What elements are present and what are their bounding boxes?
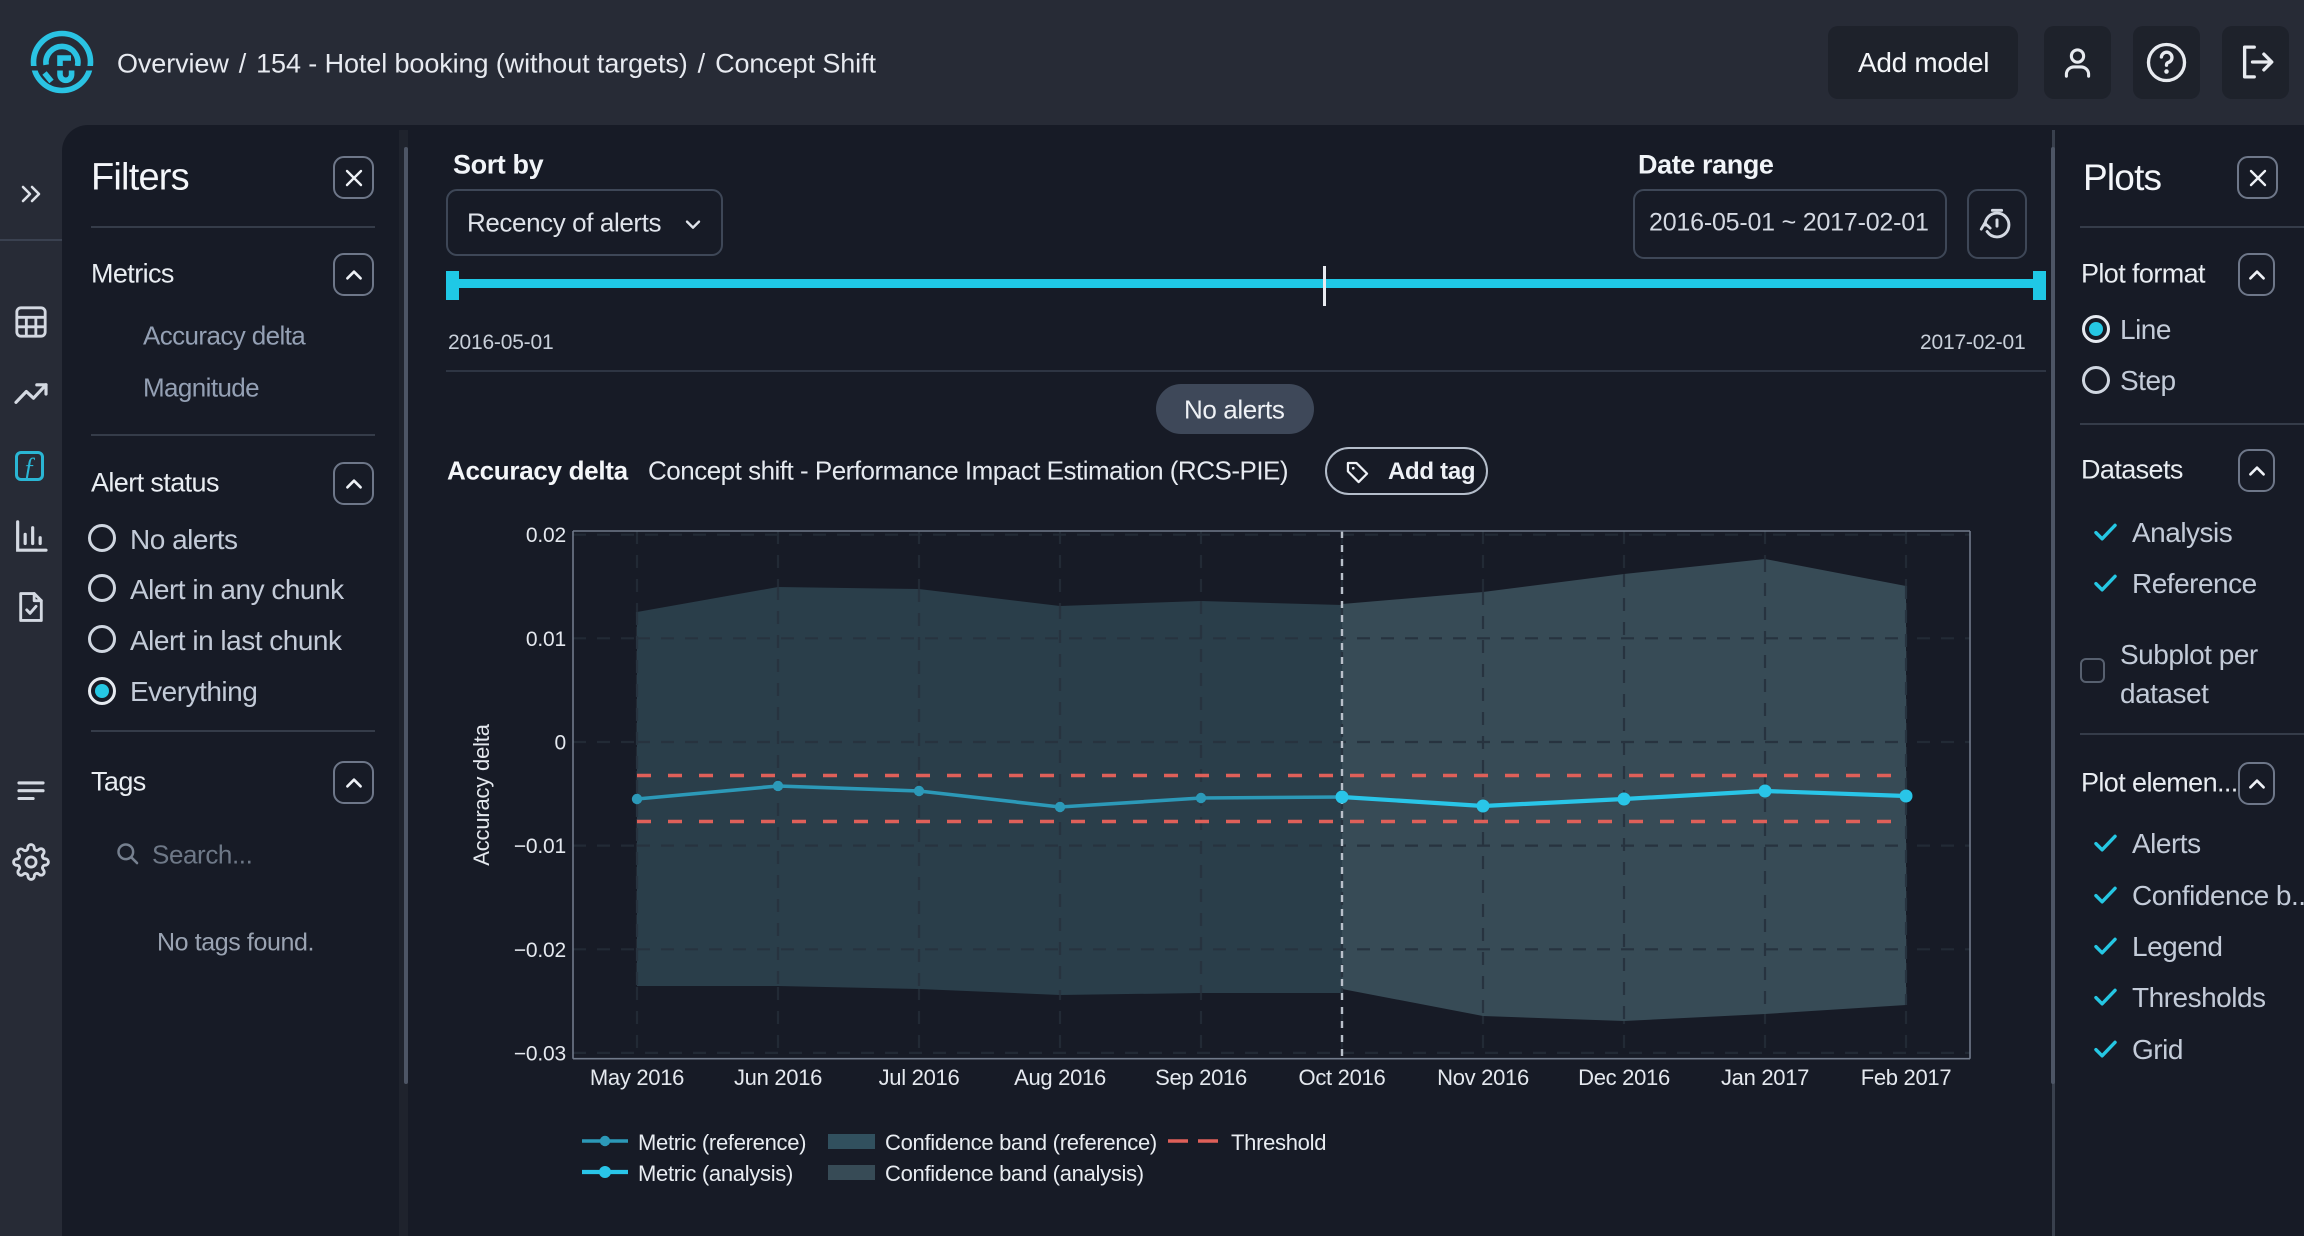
svg-text:Jun 2016: Jun 2016 bbox=[734, 1065, 822, 1090]
svg-text:Confidence band (analysis): Confidence band (analysis) bbox=[885, 1161, 1144, 1186]
svg-text:0.02: 0.02 bbox=[526, 524, 566, 547]
svg-text:0.01: 0.01 bbox=[526, 628, 566, 651]
svg-text:Nov 2016: Nov 2016 bbox=[1437, 1065, 1529, 1090]
svg-text:Jul 2016: Jul 2016 bbox=[879, 1065, 960, 1090]
svg-text:Accuracy delta: Accuracy delta bbox=[469, 723, 494, 865]
svg-text:Metric (analysis): Metric (analysis) bbox=[638, 1161, 793, 1186]
svg-text:Oct 2016: Oct 2016 bbox=[1299, 1065, 1386, 1090]
svg-text:Metric (reference): Metric (reference) bbox=[638, 1130, 806, 1155]
svg-text:Threshold: Threshold bbox=[1231, 1130, 1326, 1155]
svg-text:Aug 2016: Aug 2016 bbox=[1014, 1065, 1106, 1090]
svg-text:−0.03: −0.03 bbox=[514, 1042, 566, 1065]
svg-text:0: 0 bbox=[555, 732, 566, 755]
svg-text:Dec 2016: Dec 2016 bbox=[1578, 1065, 1670, 1090]
svg-text:−0.02: −0.02 bbox=[514, 939, 566, 962]
svg-text:−0.01: −0.01 bbox=[514, 835, 566, 858]
svg-text:Sep 2016: Sep 2016 bbox=[1155, 1065, 1247, 1090]
svg-text:Jan 2017: Jan 2017 bbox=[1721, 1065, 1809, 1090]
svg-text:Feb 2017: Feb 2017 bbox=[1861, 1065, 1952, 1090]
svg-text:Confidence band (reference): Confidence band (reference) bbox=[885, 1130, 1157, 1155]
svg-text:May 2016: May 2016 bbox=[590, 1065, 684, 1090]
